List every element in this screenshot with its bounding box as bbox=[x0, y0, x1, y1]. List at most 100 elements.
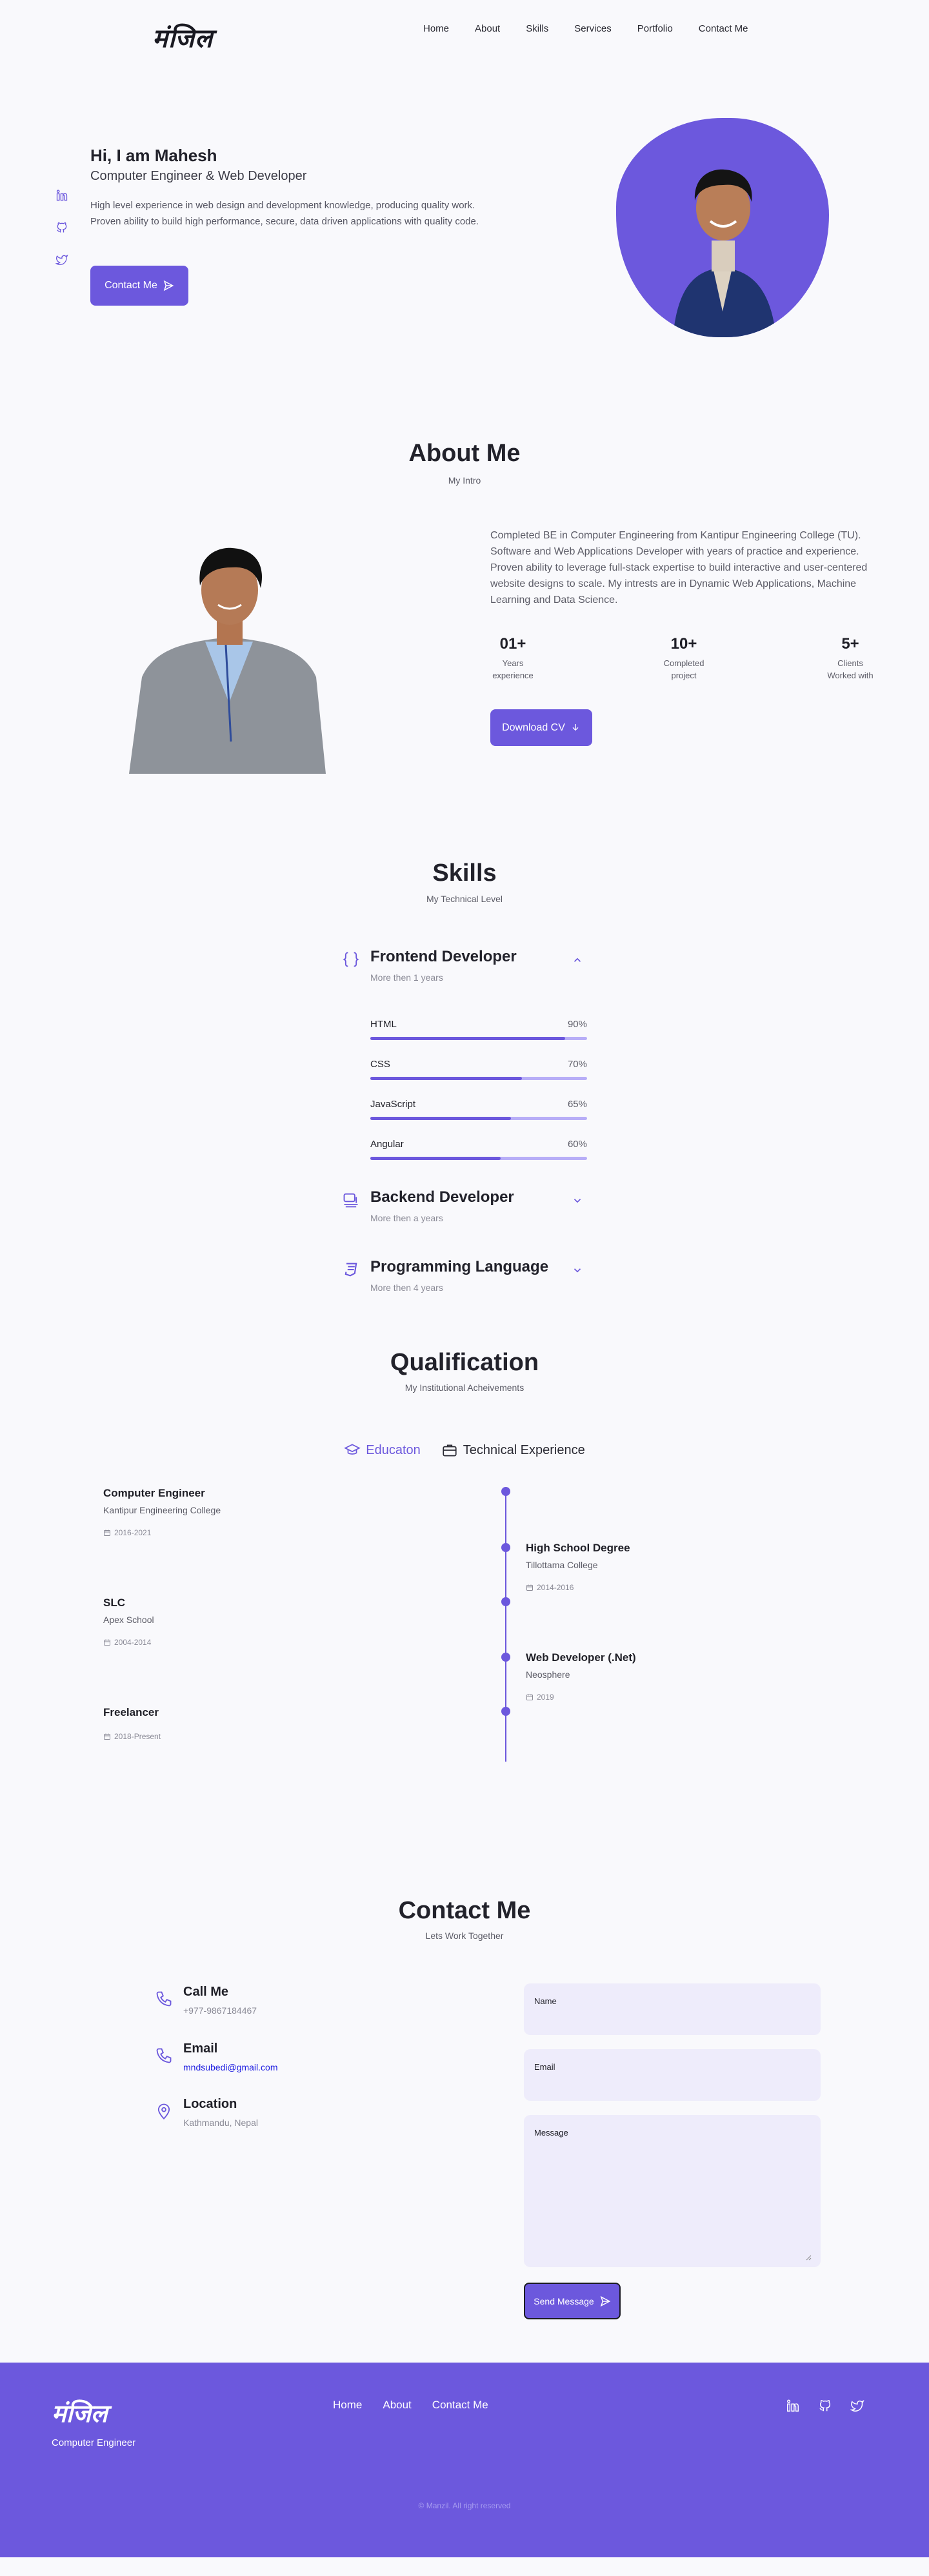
skills-title: Skills bbox=[432, 860, 497, 887]
timeline-dot bbox=[501, 1543, 510, 1552]
hero-description: High level experience in web design and … bbox=[90, 200, 479, 227]
email-field-label: Email bbox=[534, 2062, 555, 2072]
footer-link-contact[interactable]: Contact Me bbox=[432, 2399, 488, 2412]
timeline-line bbox=[505, 1491, 506, 1762]
qualification-item-date: 2004-2014 bbox=[103, 1638, 297, 1647]
graduation-cap-icon bbox=[344, 1444, 361, 1455]
calendar-icon bbox=[526, 1694, 533, 1700]
skill-track bbox=[370, 1117, 587, 1120]
skill-percent: 65% bbox=[567, 1099, 587, 1110]
nav-contact[interactable]: Contact Me bbox=[699, 23, 748, 34]
name-field-label: Name bbox=[534, 1996, 557, 2006]
qualification-tabs: Educaton Technical Experience bbox=[0, 1442, 929, 1459]
timeline-dot bbox=[501, 1653, 510, 1662]
github-icon[interactable] bbox=[55, 221, 68, 234]
qualification-item-title: High School Degree bbox=[526, 1542, 630, 1554]
skill-group-title: Backend Developer bbox=[370, 1188, 514, 1206]
qualification-item-sub: Apex School bbox=[103, 1615, 154, 1625]
github-icon[interactable] bbox=[818, 2399, 832, 2413]
footer: मंजिल Computer Engineer Home About Conta… bbox=[0, 2363, 929, 2557]
email-field[interactable]: Email bbox=[524, 2049, 821, 2101]
briefcase-icon bbox=[443, 1444, 457, 1457]
skill-group-title: Frontend Developer bbox=[370, 948, 517, 965]
timeline-dot bbox=[501, 1597, 510, 1606]
footer-social-links bbox=[786, 2399, 864, 2413]
contact-title: Contact Me bbox=[398, 1897, 531, 1924]
site-logo[interactable]: मंजिल bbox=[152, 19, 213, 55]
stat-experience: 01+ Years experience bbox=[490, 635, 535, 682]
skill-group-sub: More then 1 years bbox=[370, 972, 443, 983]
linkedin-icon[interactable] bbox=[786, 2399, 800, 2413]
download-cv-button[interactable]: Download CV bbox=[490, 709, 592, 746]
footer-copyright: © Manzil. All right reserved bbox=[418, 2501, 511, 2510]
qualification-item-date: 2014-2016 bbox=[526, 1583, 719, 1592]
nav-about[interactable]: About bbox=[475, 23, 500, 34]
location-pin-icon bbox=[157, 2103, 170, 2119]
chevron-down-icon[interactable] bbox=[572, 1195, 583, 1206]
hero-social-links bbox=[55, 189, 68, 266]
footer-link-about[interactable]: About bbox=[383, 2399, 411, 2412]
contact-email-title: Email bbox=[183, 2041, 218, 2056]
qualification-item-title: SLC bbox=[103, 1597, 125, 1609]
qualification-title: Qualification bbox=[390, 1349, 539, 1376]
skill-percent: 60% bbox=[567, 1139, 587, 1150]
message-field[interactable]: Message bbox=[524, 2115, 821, 2267]
skill-group-title: Programming Language bbox=[370, 1258, 549, 1275]
nav-skills[interactable]: Skills bbox=[526, 23, 548, 34]
tab-technical-experience[interactable]: Technical Experience bbox=[441, 1442, 585, 1459]
contact-call-title: Call Me bbox=[183, 1985, 229, 1999]
nav-portfolio[interactable]: Portfolio bbox=[637, 23, 673, 34]
calendar-icon bbox=[104, 1733, 110, 1740]
about-profile-image bbox=[129, 547, 326, 774]
twitter-icon[interactable] bbox=[55, 253, 68, 266]
tab-label: Technical Experience bbox=[463, 1442, 585, 1457]
server-icon bbox=[343, 1193, 358, 1208]
contact-me-button[interactable]: Contact Me bbox=[90, 266, 188, 306]
stat-value: 10+ bbox=[670, 635, 697, 653]
skill-track bbox=[370, 1037, 587, 1040]
chevron-down-icon[interactable] bbox=[572, 1264, 583, 1276]
tab-education[interactable]: Educaton bbox=[344, 1442, 421, 1459]
timeline-dot bbox=[501, 1487, 510, 1496]
skill-name: HTML bbox=[370, 1019, 397, 1030]
nav-home[interactable]: Home bbox=[423, 23, 449, 34]
qualification-item: Freelancer 2018-Present bbox=[103, 1706, 297, 1741]
timeline-dot bbox=[501, 1707, 510, 1716]
qualification-item-sub: Neosphere bbox=[526, 1669, 570, 1680]
footer-logo[interactable]: मंजिल bbox=[52, 2396, 108, 2430]
skill-percent: 90% bbox=[567, 1019, 587, 1030]
hero-profile-blob bbox=[616, 118, 829, 337]
qualification-item-date: 2019 bbox=[526, 1693, 719, 1702]
qualification-item-sub: Tillottama College bbox=[526, 1560, 598, 1570]
stat-value: 5+ bbox=[841, 635, 859, 653]
footer-link-home[interactable]: Home bbox=[333, 2399, 362, 2412]
send-icon bbox=[163, 280, 174, 291]
contact-location-value: Kathmandu, Nepal bbox=[183, 2118, 258, 2128]
qualification-item-title: Freelancer bbox=[103, 1706, 159, 1718]
skill-group-sub: More then 4 years bbox=[370, 1283, 443, 1293]
about-subtitle: My Intro bbox=[448, 475, 481, 486]
contact-email-link[interactable]: mndsubedi@gmail.com bbox=[183, 2062, 278, 2072]
qualification-item-sub: Kantipur Engineering College bbox=[103, 1505, 221, 1515]
footer-links: Home About Contact Me bbox=[333, 2399, 488, 2412]
nav-links: Home About Skills Services Portfolio Con… bbox=[423, 23, 748, 34]
skill-fill bbox=[370, 1157, 501, 1160]
skill-name: JavaScript bbox=[370, 1099, 416, 1110]
about-text: Completed BE in Computer Engineering fro… bbox=[490, 530, 868, 605]
qualification-subtitle: My Institutional Acheivements bbox=[405, 1382, 524, 1393]
chevron-up-icon[interactable] bbox=[572, 954, 583, 966]
contact-me-label: Contact Me bbox=[105, 280, 157, 291]
name-field[interactable]: Name bbox=[524, 1983, 821, 2035]
stat-label: Completed project bbox=[663, 658, 704, 680]
nav-services[interactable]: Services bbox=[574, 23, 612, 34]
about-title: About Me bbox=[408, 440, 521, 467]
linkedin-icon[interactable] bbox=[55, 189, 68, 202]
contact-location-title: Location bbox=[183, 2097, 237, 2111]
twitter-icon[interactable] bbox=[850, 2399, 864, 2413]
send-message-button[interactable]: Send Message bbox=[524, 2283, 621, 2319]
skill-fill bbox=[370, 1077, 523, 1080]
qualification-item: SLC Apex School 2004-2014 bbox=[103, 1597, 297, 1647]
stat-clients: 5+ Clients Worked with bbox=[819, 635, 881, 682]
resize-handle-icon[interactable] bbox=[805, 2254, 812, 2261]
stat-label: Clients Worked with bbox=[827, 658, 874, 680]
